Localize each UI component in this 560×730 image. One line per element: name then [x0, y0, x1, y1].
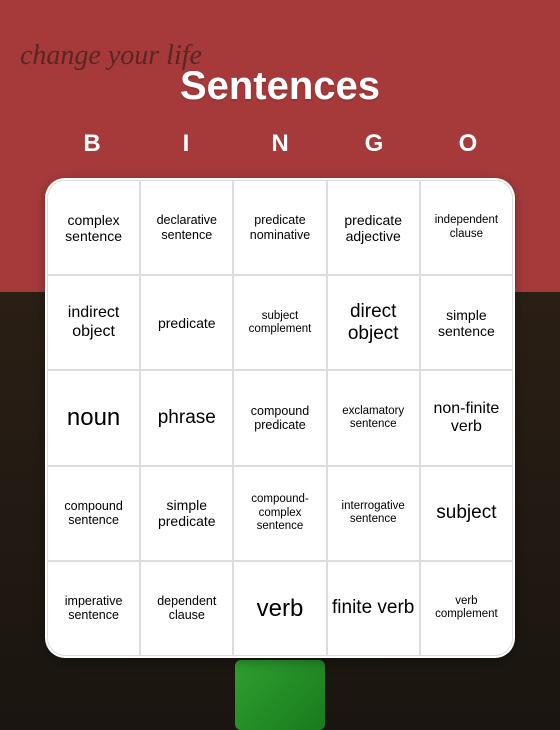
header-letter-b: B [45, 130, 139, 158]
bingo-cell[interactable]: declarative sentence [140, 180, 233, 275]
page-title: Sentences [0, 64, 560, 109]
header-letter-n: N [233, 130, 327, 158]
bingo-header-row: B I N G O [45, 130, 515, 158]
bingo-cell[interactable]: simple sentence [420, 275, 513, 370]
bingo-cell[interactable]: simple predicate [140, 466, 233, 561]
bingo-cell[interactable]: verb [233, 561, 326, 656]
bingo-cell[interactable]: exclamatory sentence [327, 370, 420, 465]
header-letter-o: O [421, 130, 515, 158]
bingo-cell[interactable]: imperative sentence [47, 561, 140, 656]
bingo-cell[interactable]: compound-complex sentence [233, 466, 326, 561]
bingo-cell[interactable]: subject [420, 466, 513, 561]
bingo-cell[interactable]: indirect object [47, 275, 140, 370]
header-letter-g: G [327, 130, 421, 158]
bingo-cell[interactable]: dependent clause [140, 561, 233, 656]
bingo-cell[interactable]: predicate adjective [327, 180, 420, 275]
header-letter-i: I [139, 130, 233, 158]
background-object [235, 660, 325, 730]
bingo-cell[interactable]: predicate nominative [233, 180, 326, 275]
bingo-cell[interactable]: predicate [140, 275, 233, 370]
bingo-cell[interactable]: independent clause [420, 180, 513, 275]
bingo-cell[interactable]: compound predicate [233, 370, 326, 465]
bingo-cell[interactable]: noun [47, 370, 140, 465]
bingo-cell[interactable]: subject complement [233, 275, 326, 370]
bingo-cell[interactable]: complex sentence [47, 180, 140, 275]
bingo-cell[interactable]: direct object [327, 275, 420, 370]
bingo-cell[interactable]: phrase [140, 370, 233, 465]
bingo-cell[interactable]: interrogative sentence [327, 466, 420, 561]
bingo-cell[interactable]: finite verb [327, 561, 420, 656]
bingo-cell[interactable]: verb complement [420, 561, 513, 656]
bingo-card: complex sentencedeclarative sentencepred… [45, 178, 515, 658]
bingo-cell[interactable]: non-finite verb [420, 370, 513, 465]
bingo-cell[interactable]: compound sentence [47, 466, 140, 561]
